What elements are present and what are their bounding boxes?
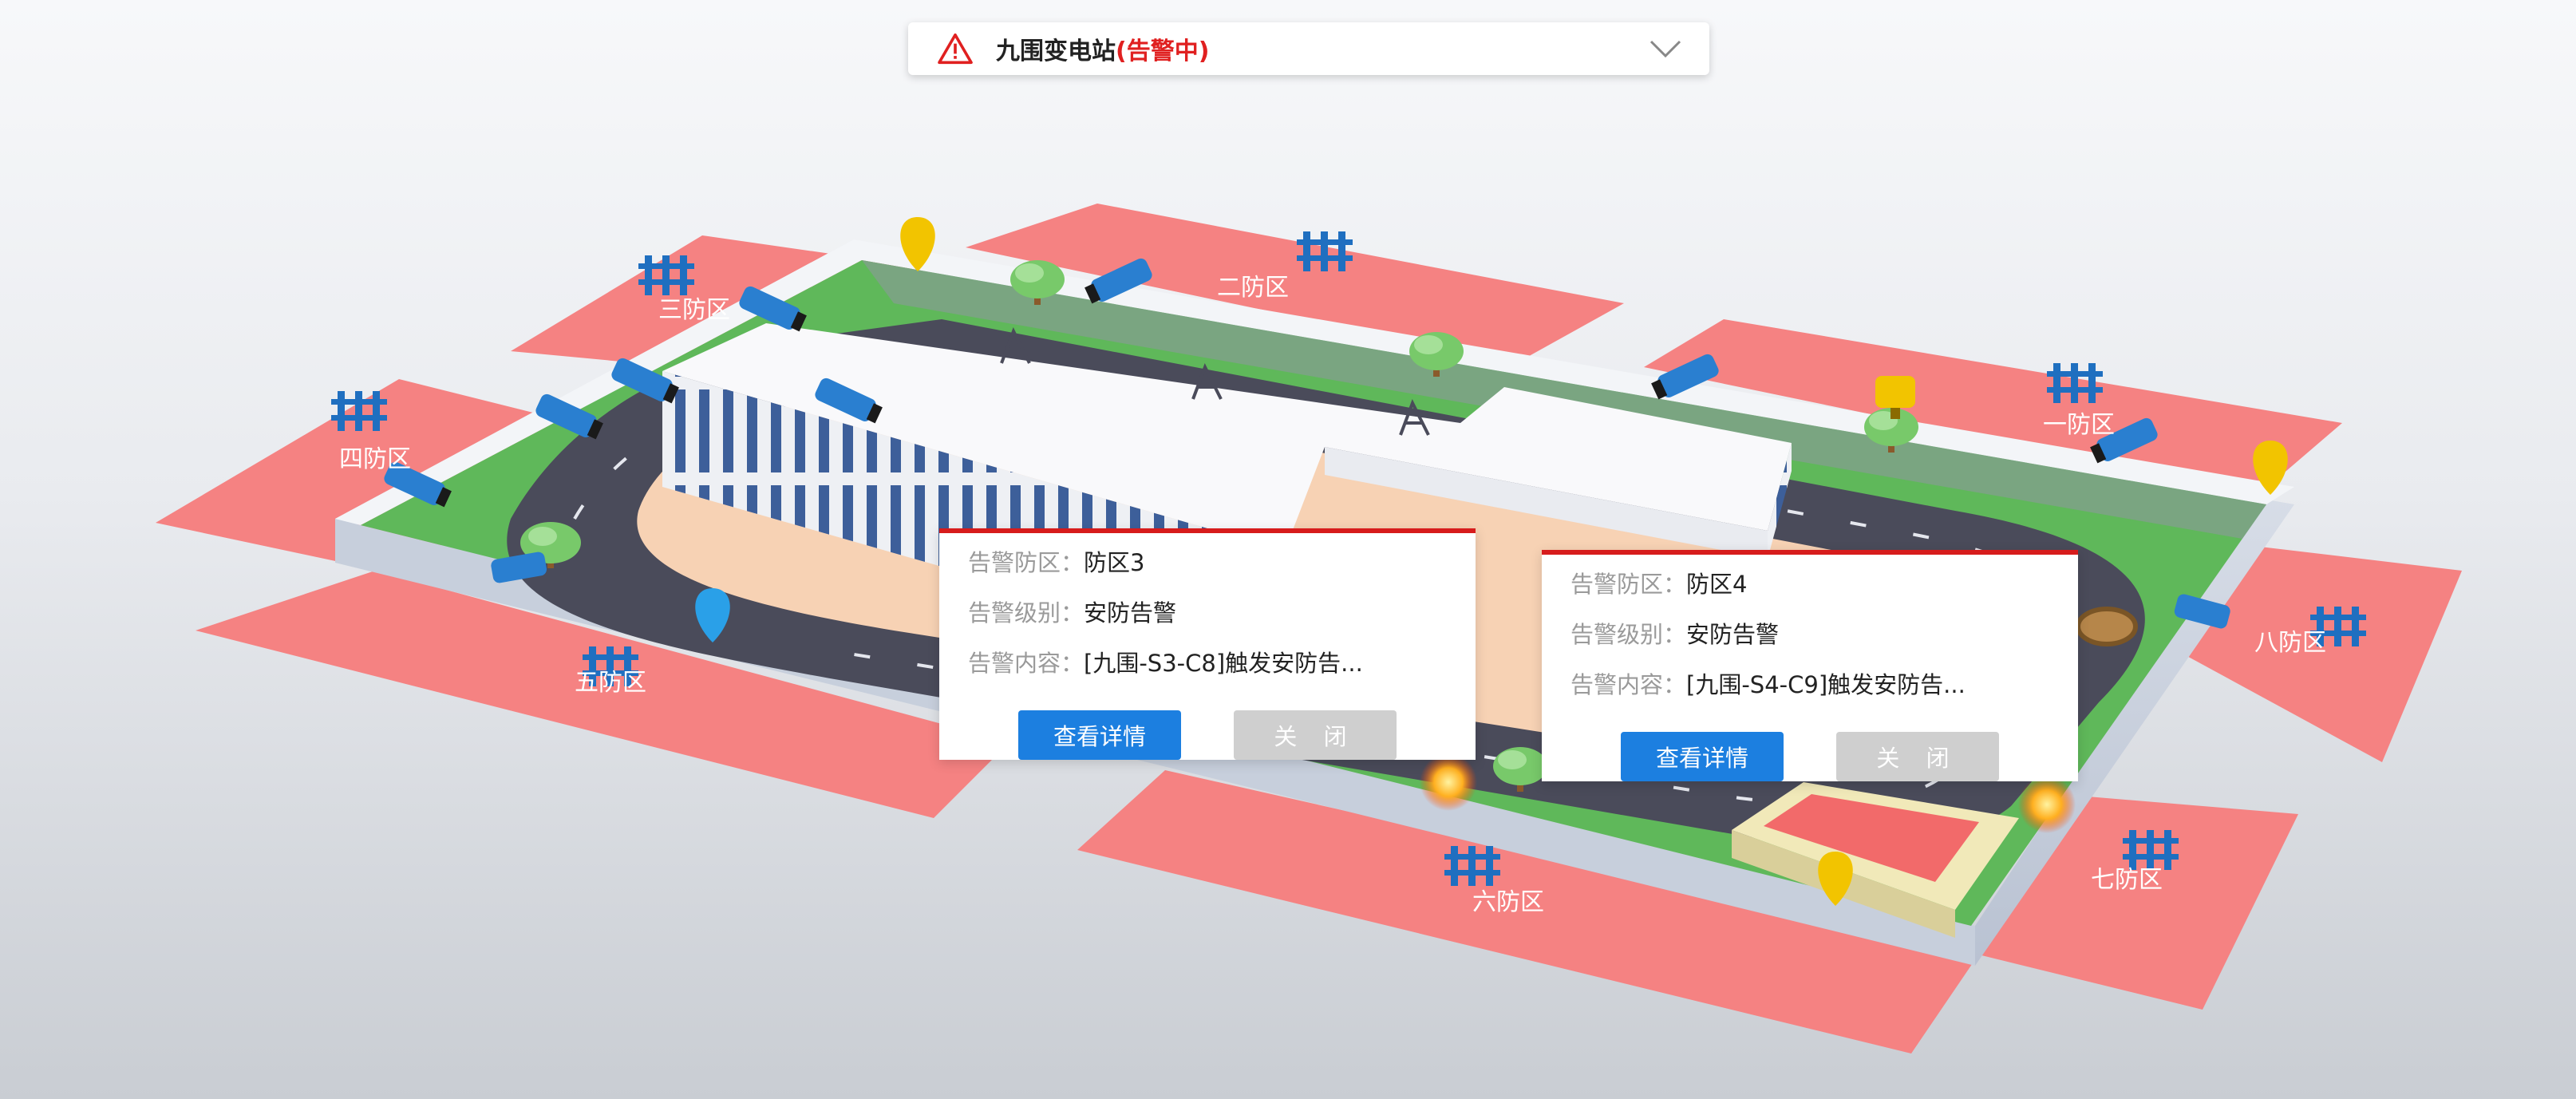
alert-actions: 查看详情 关 闭 (1542, 732, 2078, 781)
alert-content-row: 告警内容：[九围-S3-C8]触发安防告... (968, 651, 1447, 675)
station-status: (告警中) (1116, 38, 1210, 65)
alert-level-label: 告警级别： (968, 601, 1085, 625)
view-details-button[interactable]: 查看详情 (1018, 710, 1181, 760)
alert-zone-row: 告警防区：防区3 (968, 551, 1447, 575)
zone-label-6: 六防区 (1472, 888, 1544, 916)
alert-zone-row: 告警防区：防区4 (1570, 572, 2049, 596)
view-details-button[interactable]: 查看详情 (1621, 732, 1784, 781)
zone-label-7: 七防区 (2091, 866, 2163, 894)
fence-icon (2123, 830, 2179, 870)
alert-zone-label: 告警防区： (1570, 572, 1687, 596)
station-name: 九围变电站 (996, 38, 1116, 65)
alert-content-value: [九围-S3-C8]触发安防告... (1084, 651, 1363, 675)
warning-icon (938, 33, 973, 65)
fire-alarm-icon (1420, 753, 1477, 811)
alert-content-label: 告警内容： (1570, 673, 1687, 697)
chevron-down-icon[interactable] (1649, 38, 1682, 59)
alert-popup-zone-4: 告警防区：防区4 告警级别：安防告警 告警内容：[九围-S4-C9]触发安防告.… (1542, 550, 2078, 781)
alert-content-value: [九围-S4-C9]触发安防告... (1686, 673, 1966, 697)
zone-label-1: 一防区 (2043, 411, 2115, 439)
alert-popup-zone-3: 告警防区：防区3 告警级别：安防告警 告警内容：[九围-S3-C8]触发安防告.… (939, 528, 1476, 760)
fire-alarm-icon (2018, 776, 2076, 833)
alert-content-row: 告警内容：[九围-S4-C9]触发安防告... (1570, 673, 2049, 697)
zone-label-4: 四防区 (339, 445, 411, 473)
alert-level-label: 告警级别： (1570, 623, 1687, 646)
alert-zone-value: 防区3 (1084, 551, 1145, 575)
alert-level-value: 安防告警 (1686, 623, 1780, 646)
alert-level-row: 告警级别：安防告警 (968, 601, 1447, 625)
close-button[interactable]: 关 闭 (1234, 710, 1397, 760)
alert-zone-label: 告警防区： (968, 551, 1085, 575)
close-button[interactable]: 关 闭 (1836, 732, 1999, 781)
fence-icon (638, 255, 694, 295)
alert-actions: 查看详情 关 闭 (939, 710, 1476, 760)
zone-label-8: 八防区 (2254, 629, 2326, 657)
zone-label-2: 二防区 (1217, 274, 1289, 302)
alert-content-label: 告警内容： (968, 651, 1085, 675)
zone-label-5: 五防区 (575, 669, 646, 697)
alert-level-row: 告警级别：安防告警 (1570, 623, 2049, 646)
alert-level-value: 安防告警 (1084, 601, 1177, 625)
fence-icon (1297, 231, 1353, 271)
fence-icon (331, 391, 387, 431)
alert-zone-value: 防区4 (1686, 572, 1748, 596)
station-selector[interactable]: 九围变电站 (告警中) (908, 22, 1709, 75)
fence-icon (2047, 363, 2103, 403)
zone-label-3: 三防区 (658, 296, 730, 324)
fence-icon (1444, 846, 1500, 886)
